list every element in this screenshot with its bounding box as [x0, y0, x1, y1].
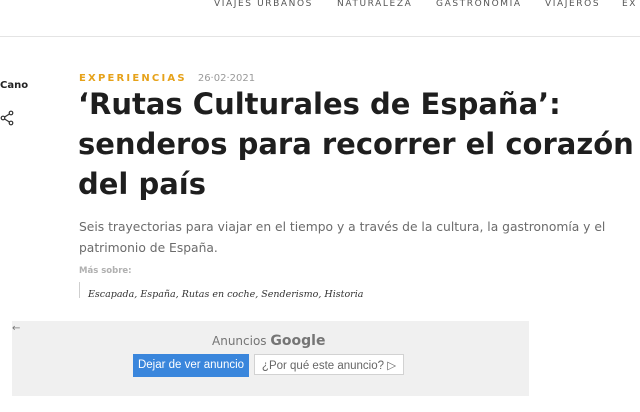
more-about-label: Más sobre:: [79, 266, 132, 276]
why-this-ad-button[interactable]: ¿Por qué este anuncio? ▷: [254, 354, 404, 375]
ad-feedback-panel: ← Anuncios Google Dejar de ver anuncio ¿…: [12, 321, 529, 396]
nav-item-viajeros[interactable]: VIAJEROS: [545, 0, 600, 9]
top-navigation: VIAJES URBANOS NATURALEZA GASTRONOMÍA VI…: [0, 0, 640, 37]
article-subtitle: Seis trayectorias para viajar en el tiem…: [79, 220, 606, 255]
author-name[interactable]: Cano: [0, 80, 28, 91]
google-logo: Google: [270, 333, 326, 349]
publish-date: 26·02·2021: [197, 73, 256, 84]
nav-item-viajes-urbanos[interactable]: VIAJES URBANOS: [214, 0, 313, 9]
nav-item-experiencias[interactable]: EX: [622, 0, 637, 9]
ads-by-label: Anuncios: [212, 334, 267, 348]
article-meta: EXPERIENCIAS 26·02·2021: [79, 66, 255, 85]
ads-by-google: Anuncios Google: [212, 333, 325, 349]
nav-item-naturaleza[interactable]: NATURALEZA: [337, 0, 412, 9]
stop-seeing-ad-button[interactable]: Dejar de ver anuncio: [133, 354, 249, 377]
back-arrow-icon[interactable]: ←: [12, 323, 20, 334]
nav-item-gastronomia[interactable]: GASTRONOMÍA: [436, 0, 522, 9]
tag-list: Escapada, España, Rutas en coche, Sender…: [79, 282, 363, 300]
article-title: ‘Rutas Culturales de España’: senderos p…: [78, 87, 634, 201]
share-icon[interactable]: [0, 110, 14, 126]
tags-text[interactable]: Escapada, España, Rutas en coche, Sender…: [88, 289, 363, 300]
category-link[interactable]: EXPERIENCIAS: [79, 73, 187, 84]
